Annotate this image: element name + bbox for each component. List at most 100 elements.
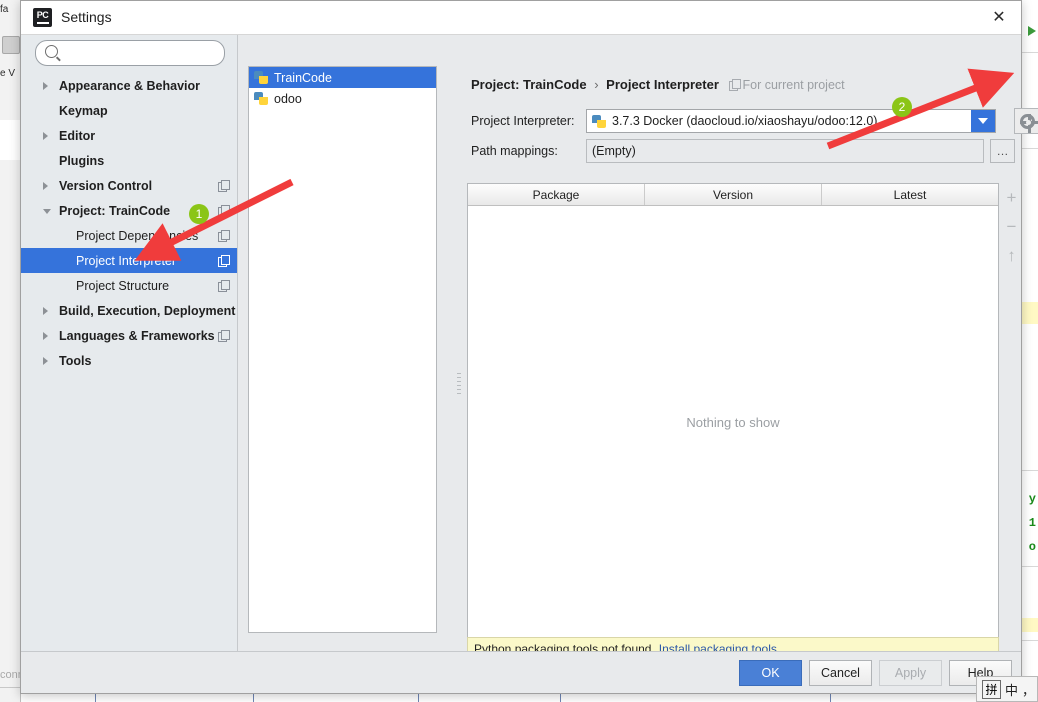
background-left-panel [0, 120, 20, 160]
interpreter-value: 3.7.3 Docker (daocloud.io/xiaoshayu/odoo… [612, 114, 878, 128]
chevron-right-icon[interactable] [43, 357, 48, 365]
chevron-right-icon[interactable] [43, 82, 48, 90]
python-project-icon [254, 91, 269, 106]
search-input[interactable] [62, 43, 218, 64]
chevron-right-icon[interactable] [43, 132, 48, 140]
background-code-2: o [1028, 540, 1036, 554]
remove-package-button[interactable]: − [1000, 212, 1023, 241]
breadcrumb: Project: TrainCode › Project Interpreter… [471, 77, 845, 92]
dialog-footer: OK Cancel Apply Help [21, 651, 1021, 693]
background-left-tab-1: e V [0, 68, 16, 79]
sidebar-item-project-interpreter[interactable]: Project Interpreter [21, 248, 237, 273]
settings-dialog: PC Settings ✕ Appearance & Behavior Keyma… [20, 0, 1038, 694]
python-project-icon [254, 70, 269, 85]
copy-scope-icon [728, 79, 741, 91]
sidebar-item-languages-frameworks[interactable]: Languages & Frameworks [21, 323, 237, 348]
scope-note: For current project [728, 78, 845, 92]
empty-state-message: Nothing to show [686, 414, 780, 430]
path-mappings-label: Path mappings: [471, 144, 558, 158]
sidebar-item-label: Appearance & Behavior [59, 78, 201, 93]
ime-indicator[interactable]: 拼 中 ， [976, 676, 1038, 702]
sidebar-item-label: Editor [59, 128, 96, 143]
copy-settings-icon[interactable] [218, 205, 230, 217]
python-remote-icon [592, 114, 607, 129]
breadcrumb-root[interactable]: Project: TrainCode [471, 77, 587, 92]
dialog-body: Appearance & Behavior Keymap Editor Plugins… [21, 35, 1038, 660]
chevron-right-icon[interactable] [43, 332, 48, 340]
sidebar-item-label: Keymap [59, 103, 108, 118]
background-left-tab-0: fa [0, 4, 9, 15]
annotation-badge-2: 2 [892, 97, 912, 117]
copy-settings-icon[interactable] [218, 255, 230, 267]
sidebar-item-label: Version Control [59, 178, 153, 193]
copy-settings-icon[interactable] [218, 330, 230, 342]
scope-note-label: For current project [742, 78, 845, 92]
sidebar-item-tools[interactable]: Tools [21, 348, 237, 373]
dialog-title: Settings [61, 9, 112, 25]
sidebar-item-label: Plugins [59, 153, 105, 168]
column-header-version[interactable]: Version [645, 184, 822, 205]
project-list-item[interactable]: odoo [249, 88, 436, 109]
chevron-right-icon[interactable] [43, 307, 48, 315]
dialog-titlebar: PC Settings ✕ [21, 1, 1021, 35]
packages-table-header: Package Version Latest [468, 184, 998, 206]
interpreter-combobox[interactable]: 3.7.3 Docker (daocloud.io/xiaoshayu/odoo… [586, 109, 996, 133]
gear-icon [1020, 113, 1038, 133]
sidebar-item-plugins[interactable]: Plugins [21, 148, 237, 173]
panel-splitter-handle[interactable] [455, 370, 463, 402]
search-box[interactable] [35, 40, 225, 66]
sidebar-item-label: Languages & Frameworks [59, 328, 215, 343]
chevron-down-icon[interactable] [43, 209, 51, 214]
settings-tree: Appearance & Behavior Keymap Editor Plugins… [21, 73, 237, 373]
path-mappings-value[interactable]: (Empty) [586, 139, 984, 163]
ime-mode-icon[interactable]: 拼 [982, 679, 1001, 699]
packages-table: Package Version Latest Nothing to show [467, 183, 999, 638]
sidebar-item-editor[interactable]: Editor [21, 123, 237, 148]
sidebar-item-label: Build, Execution, Deployment [59, 303, 236, 318]
apply-button: Apply [879, 660, 942, 686]
background-code-0: y [1028, 492, 1036, 506]
sidebar-item-project-structure[interactable]: Project Structure [21, 273, 237, 298]
path-mappings-browse-button[interactable]: … [990, 139, 1015, 163]
copy-settings-icon[interactable] [218, 230, 230, 242]
background-run-marker-icon [1028, 26, 1036, 36]
project-list: TrainCode odoo [248, 66, 437, 633]
sidebar-item-label: Project Interpreter [76, 253, 177, 268]
pycharm-icon: PC [33, 8, 52, 27]
sidebar-item-project-dependencies[interactable]: Project Dependencies [21, 223, 237, 248]
copy-settings-icon[interactable] [218, 280, 230, 292]
ime-language-icon[interactable]: 中 [1005, 680, 1018, 699]
sidebar-item-label: Project Dependencies [76, 228, 199, 243]
ime-punctuation-icon[interactable]: ， [1022, 680, 1035, 699]
column-header-package[interactable]: Package [468, 184, 645, 205]
settings-sidebar: Appearance & Behavior Keymap Editor Plugins… [21, 35, 238, 655]
upgrade-package-button[interactable]: ↑ [1000, 241, 1023, 270]
add-package-button[interactable]: + [1000, 183, 1023, 212]
interpreter-label: Project Interpreter: [471, 114, 575, 128]
sidebar-item-appearance-behavior[interactable]: Appearance & Behavior [21, 73, 237, 98]
background-left-tool-icon [2, 36, 20, 54]
chevron-right-icon[interactable] [43, 182, 48, 190]
sidebar-item-keymap[interactable]: Keymap [21, 98, 237, 123]
sidebar-item-label: Tools [59, 353, 92, 368]
ok-button[interactable]: OK [739, 660, 802, 686]
annotation-badge-1: 1 [189, 204, 209, 224]
interpreter-pane: Project: TrainCode › Project Interpreter… [463, 35, 1038, 660]
column-header-latest[interactable]: Latest [822, 184, 998, 205]
breadcrumb-separator: › [594, 77, 599, 92]
background-left-toolbar [0, 0, 21, 702]
search-icon [45, 45, 58, 58]
project-list-item[interactable]: TrainCode [249, 67, 436, 88]
breadcrumb-leaf: Project Interpreter [606, 77, 719, 92]
project-list-item-label: TrainCode [274, 70, 332, 85]
project-list-item-label: odoo [274, 91, 302, 106]
sidebar-item-label: Project: TrainCode [59, 203, 171, 218]
sidebar-item-version-control[interactable]: Version Control [21, 173, 237, 198]
copy-settings-icon[interactable] [218, 180, 230, 192]
chevron-down-icon[interactable] [971, 110, 995, 132]
cancel-button[interactable]: Cancel [809, 660, 872, 686]
close-icon[interactable]: ✕ [977, 1, 1021, 33]
packages-table-body: Nothing to show [468, 206, 998, 638]
sidebar-item-build-execution-deployment[interactable]: Build, Execution, Deployment [21, 298, 237, 323]
interpreter-settings-button[interactable] [1014, 108, 1038, 134]
